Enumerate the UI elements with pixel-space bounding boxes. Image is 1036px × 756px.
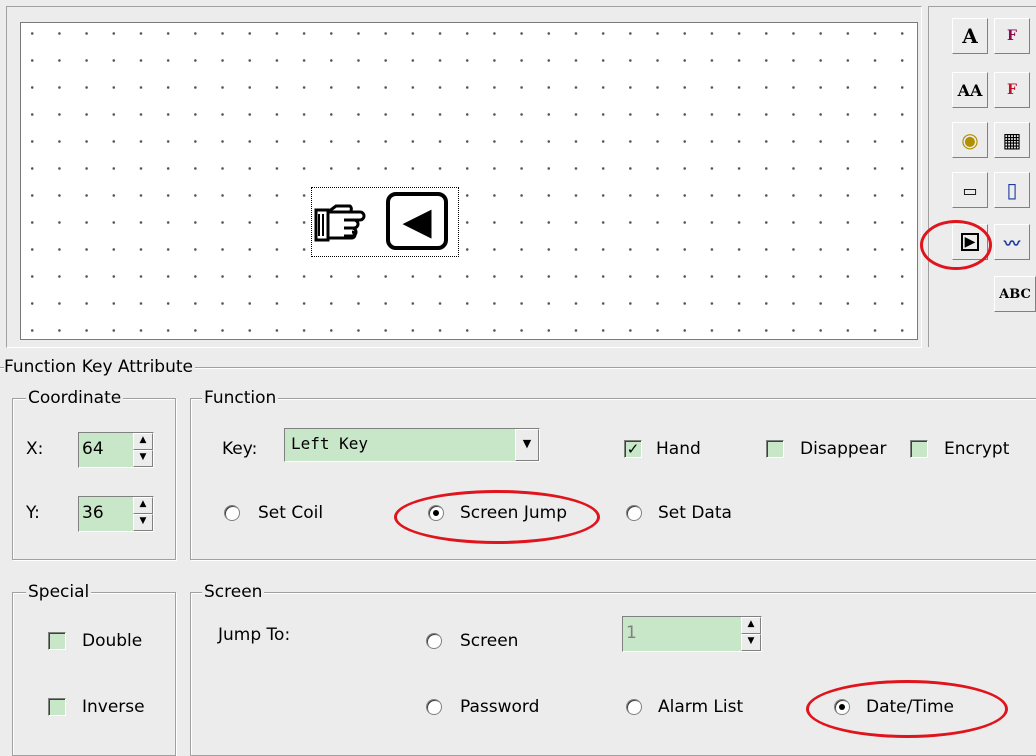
key-select[interactable]: Left Key ▼ <box>284 428 540 462</box>
screen-up-button[interactable]: ▲ <box>741 617 761 634</box>
x-down-button[interactable]: ▼ <box>133 450 153 467</box>
function-key-object[interactable]: ◀ <box>311 187 459 257</box>
double-checkbox[interactable] <box>48 632 66 650</box>
special-group <box>12 592 176 756</box>
screen-jump-highlight <box>394 490 600 544</box>
double-label: Double <box>82 631 143 651</box>
alarm-list-label: Alarm List <box>658 697 744 717</box>
special-legend: Special <box>26 582 92 602</box>
data-display-icon: ▭ <box>962 180 978 200</box>
text-tool-button[interactable]: A <box>952 18 988 54</box>
disappear-label: Disappear <box>800 439 887 459</box>
bitmap-button[interactable]: ▦ <box>994 122 1030 158</box>
alarm-list-radio[interactable] <box>626 699 642 715</box>
set-data-label: Set Data <box>658 503 732 523</box>
font-tool-button[interactable]: F <box>994 18 1030 54</box>
password-radio[interactable] <box>426 699 442 715</box>
set-coil-label: Set Coil <box>258 503 324 523</box>
y-label: Y: <box>26 503 40 523</box>
lamp-button[interactable]: ◉ <box>952 122 988 158</box>
font-tool-icon: F <box>1007 28 1017 44</box>
y-down-button[interactable]: ▼ <box>133 514 153 531</box>
dynamic-font-icon: F <box>1007 82 1017 98</box>
jump-to-label: Jump To: <box>218 625 291 645</box>
dynamic-text-button[interactable]: AA <box>952 72 988 108</box>
left-key-button: ◀ <box>386 192 448 250</box>
left-arrow-icon: ◀ <box>402 199 432 243</box>
data-display-button[interactable]: ▭ <box>952 172 988 208</box>
trend-chart-button[interactable]: 〰 <box>994 224 1030 260</box>
bar-icon: ▯ <box>1006 178 1018 202</box>
x-up-button[interactable]: ▲ <box>133 433 153 450</box>
x-label: X: <box>26 439 44 459</box>
hand-label: Hand <box>656 439 701 459</box>
key-select-value: Left Key <box>291 434 369 453</box>
disappear-checkbox[interactable] <box>766 440 784 458</box>
set-data-radio[interactable] <box>626 505 642 521</box>
dynamic-text-icon: AA <box>957 80 983 100</box>
set-coil-radio[interactable] <box>224 505 240 521</box>
x-spinner[interactable]: 64 ▲ ▼ <box>78 432 154 468</box>
abc-text-icon: ABC <box>999 286 1031 302</box>
screen-number-value[interactable]: 1 <box>623 617 741 651</box>
screen-radio[interactable] <box>426 633 442 649</box>
panel-title: Function Key Attribute <box>4 356 196 378</box>
lamp-icon: ◉ <box>961 128 979 152</box>
screen-down-button[interactable]: ▼ <box>741 634 761 651</box>
text-tool-icon: A <box>962 24 978 48</box>
date-time-highlight <box>806 680 1008 738</box>
chevron-down-icon[interactable]: ▼ <box>515 429 539 461</box>
screen-label: Screen <box>460 631 519 651</box>
coordinate-group <box>12 398 176 560</box>
screen-legend: Screen <box>202 582 265 602</box>
abc-text-button[interactable]: ABC <box>994 276 1036 312</box>
bar-button[interactable]: ▯ <box>994 172 1030 208</box>
inverse-checkbox[interactable] <box>48 698 66 716</box>
coordinate-legend: Coordinate <box>26 388 124 408</box>
screen-number-spinner[interactable]: 1 ▲ ▼ <box>622 616 762 652</box>
password-label: Password <box>460 697 540 717</box>
inverse-label: Inverse <box>82 697 145 717</box>
function-legend: Function <box>202 388 279 408</box>
y-value[interactable]: 36 <box>79 497 133 531</box>
key-label: Key: <box>222 439 258 459</box>
design-canvas[interactable]: ◀ <box>20 22 918 340</box>
encrypt-label: Encrypt <box>944 439 1010 459</box>
function-group <box>190 398 1036 560</box>
function-key-highlight <box>920 220 992 270</box>
hand-pointer-icon <box>314 204 366 242</box>
x-value[interactable]: 64 <box>79 433 133 467</box>
y-spinner[interactable]: 36 ▲ ▼ <box>78 496 154 532</box>
bitmap-icon: ▦ <box>1002 128 1022 152</box>
trend-chart-icon: 〰 <box>1003 234 1020 253</box>
encrypt-checkbox[interactable] <box>910 440 928 458</box>
dynamic-font-button[interactable]: F <box>994 72 1030 108</box>
y-up-button[interactable]: ▲ <box>133 497 153 514</box>
hand-checkbox[interactable]: ✓ <box>624 440 642 458</box>
